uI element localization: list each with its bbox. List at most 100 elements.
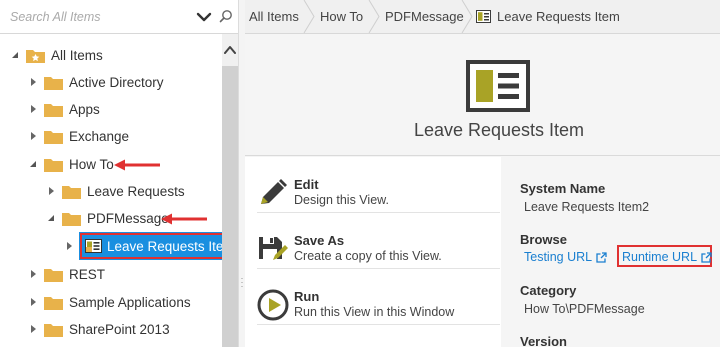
selected-item-highlight[interactable]: Leave Requests Item: [79, 232, 222, 260]
tree-item-label: Exchange: [69, 128, 130, 144]
pane-splitter[interactable]: · · ·: [238, 0, 245, 347]
item-details: System Name Leave Requests Item2 Browse …: [511, 157, 720, 349]
collapsed-arrow-icon[interactable]: [28, 131, 38, 141]
view-icon: [476, 10, 491, 23]
tree-item-all-items[interactable]: All Items: [10, 42, 103, 68]
collapsed-arrow-icon[interactable]: [28, 297, 38, 307]
annotation-arrow-icon: [161, 213, 207, 225]
search-bar: [0, 0, 238, 34]
tree-item-leave-requests-item[interactable]: Leave Requests Item: [64, 232, 222, 260]
folder-tree: All Items Active Directory Apps Exchange…: [0, 34, 222, 347]
tree-item-label: All Items: [51, 47, 103, 63]
system-name-label: System Name: [520, 181, 606, 196]
folder-icon: [44, 130, 63, 144]
tree-item-leave-requests[interactable]: Leave Requests: [46, 178, 185, 204]
collapsed-arrow-icon[interactable]: [28, 269, 38, 279]
tree-item-label: Leave Requests Item: [107, 238, 222, 254]
runtime-url-link[interactable]: Runtime URL: [622, 250, 712, 264]
tree-item-label: PDFMessage: [87, 210, 169, 226]
tree-item-how-to[interactable]: How To: [28, 151, 114, 177]
collapsed-arrow-icon[interactable]: [28, 77, 38, 87]
link-label: Runtime URL: [622, 250, 698, 264]
breadcrumb-item[interactable]: How To: [320, 0, 363, 33]
breadcrumb-label: How To: [320, 9, 364, 24]
chevron-down-icon[interactable]: [196, 9, 212, 25]
page-title: Leave Requests Item: [413, 120, 585, 140]
chevron-up-icon: [224, 46, 236, 54]
action-description: Run this View in this Window: [294, 305, 455, 319]
tree-scrollbar[interactable]: [222, 34, 238, 347]
breadcrumb-item[interactable]: PDFMessage: [385, 0, 464, 33]
external-link-icon: [596, 251, 607, 263]
play-icon: [257, 289, 289, 321]
expanded-arrow-icon[interactable]: [10, 50, 20, 60]
action-title: Edit: [294, 177, 319, 192]
favorite-folder-icon: [26, 49, 45, 63]
external-link-icon: [701, 251, 712, 263]
breadcrumb-label: Leave Requests Item: [497, 9, 620, 24]
system-name-value: Leave Requests Item2: [524, 200, 650, 214]
tree-item-label: Active Directory: [69, 74, 164, 90]
folder-icon: [44, 268, 63, 282]
run-action[interactable]: Run Run this View in this Window: [257, 269, 500, 325]
breadcrumb-separator-icon: [303, 0, 315, 33]
collapsed-arrow-icon[interactable]: [28, 104, 38, 114]
action-title: Save As: [294, 233, 345, 248]
action-title: Run: [294, 289, 320, 304]
breadcrumb-label: PDFMessage: [385, 9, 464, 24]
breadcrumb: All Items How To PDFMessage Leave Reques…: [245, 0, 720, 34]
action-description: Create a copy of this View.: [294, 249, 442, 263]
view-icon: [466, 60, 530, 112]
link-label: Testing URL: [524, 250, 593, 264]
breadcrumb-separator-icon: [368, 0, 380, 33]
details-pane: All Items How To PDFMessage Leave Reques…: [245, 0, 720, 349]
tree-item-exchange[interactable]: Exchange: [28, 123, 129, 149]
edit-action[interactable]: Edit Design this View.: [257, 157, 500, 213]
tree-item-active-directory[interactable]: Active Directory: [28, 69, 164, 95]
tree-item-sample-applications[interactable]: Sample Applications: [28, 289, 191, 315]
collapsed-arrow-icon[interactable]: [28, 324, 38, 334]
folder-icon: [44, 323, 63, 337]
breadcrumb-label: All Items: [249, 9, 299, 24]
folder-icon: [44, 103, 63, 117]
browse-label: Browse: [520, 232, 567, 247]
tree-item-label: How To: [69, 156, 114, 172]
actions-panel: Edit Design this View. Save As Create a …: [245, 157, 501, 347]
breadcrumb-item[interactable]: All Items: [249, 0, 299, 33]
view-icon: [85, 239, 102, 253]
collapsed-arrow-icon[interactable]: [46, 186, 56, 196]
navigation-pane: All Items Active Directory Apps Exchange…: [0, 0, 238, 347]
breadcrumb-separator-icon: [461, 0, 473, 33]
action-description: Design this View.: [294, 193, 389, 207]
breadcrumb-item-current[interactable]: Leave Requests Item: [476, 0, 620, 33]
folder-icon: [44, 76, 63, 90]
search-input[interactable]: [8, 6, 188, 28]
testing-url-link[interactable]: Testing URL: [524, 250, 607, 264]
tree-item-label: SharePoint 2013: [69, 321, 170, 337]
item-header: Leave Requests Item: [245, 34, 720, 156]
tree-item-label: Leave Requests: [87, 183, 185, 199]
expanded-arrow-icon[interactable]: [28, 159, 38, 169]
tree-item-pdfmessage[interactable]: PDFMessage: [46, 205, 169, 231]
expanded-arrow-icon[interactable]: [46, 213, 56, 223]
category-label: Category: [520, 283, 577, 298]
annotation-arrow-icon: [114, 159, 160, 171]
save-as-icon: [259, 237, 288, 260]
collapsed-arrow-icon[interactable]: [64, 241, 74, 251]
search-icon[interactable]: [219, 9, 233, 23]
save-as-action[interactable]: Save As Create a copy of this View.: [257, 213, 500, 269]
tree-item-sharepoint-2013[interactable]: SharePoint 2013: [28, 316, 170, 342]
folder-icon: [62, 212, 81, 226]
scrollbar-thumb[interactable]: [222, 66, 238, 347]
tree-item-rest[interactable]: REST: [28, 261, 105, 287]
pencil-icon: [261, 179, 287, 204]
tree-item-label: Sample Applications: [69, 294, 191, 310]
tree-item-apps[interactable]: Apps: [28, 96, 100, 122]
tree-item-label: REST: [69, 266, 106, 282]
folder-icon: [44, 158, 63, 172]
scroll-up-button[interactable]: [222, 34, 238, 66]
folder-icon: [62, 185, 81, 199]
tree-item-label: Apps: [69, 101, 100, 117]
folder-icon: [44, 296, 63, 310]
splitter-grip-icon[interactable]: · · ·: [240, 274, 244, 291]
